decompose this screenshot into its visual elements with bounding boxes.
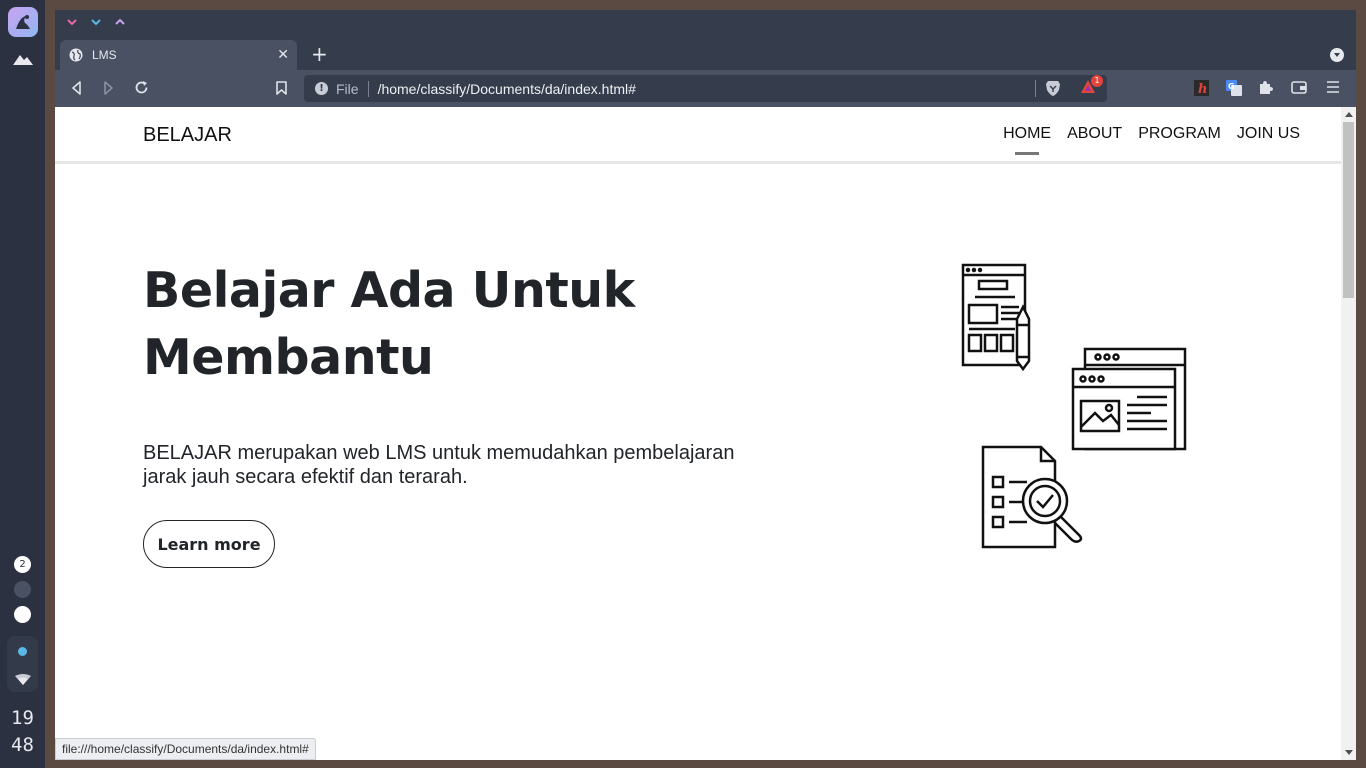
tab-lms[interactable]: LMS ✕ <box>60 40 297 70</box>
back-icon[interactable] <box>71 81 82 95</box>
globe-icon <box>69 48 83 62</box>
learn-more-button[interactable]: Learn more <box>143 520 275 568</box>
nav-menu: HOME ABOUT PROGRAM JOIN US <box>987 125 1300 155</box>
status-bar-url: file:///home/classify/Documents/da/index… <box>55 738 316 760</box>
extensions-puzzle-icon[interactable] <box>1258 80 1273 95</box>
scroll-thumb[interactable] <box>1343 122 1354 298</box>
page-viewport: BELAJAR HOME ABOUT PROGRAM JOIN US Belaj… <box>55 107 1341 760</box>
nav-item-about[interactable]: ABOUT <box>1067 125 1122 155</box>
site-info-icon[interactable]: ! <box>315 82 328 95</box>
wifi-icon[interactable] <box>14 670 31 689</box>
maximize-window-icon[interactable] <box>114 18 126 26</box>
checklist-search-icon <box>981 445 1083 549</box>
tab-close-icon[interactable]: ✕ <box>277 47 289 63</box>
forward-icon[interactable] <box>103 81 114 95</box>
system-tray <box>7 636 38 692</box>
menu-hamburger-icon[interactable] <box>1327 81 1339 93</box>
url-scheme-label: File <box>336 80 359 97</box>
workspace-indicator[interactable]: 2 <box>14 556 31 573</box>
dock-panel: 2 19 48 <box>0 0 45 768</box>
workspace-dot-inactive[interactable] <box>14 581 31 598</box>
address-bar[interactable]: ! File /home/classify/Documents/da/index… <box>304 75 1107 102</box>
svg-text:G: G <box>1228 82 1235 91</box>
notification-dot-icon[interactable] <box>18 647 27 656</box>
hero-illustration <box>961 263 1187 549</box>
launcher-button[interactable] <box>7 7 38 37</box>
reload-icon[interactable] <box>134 80 149 95</box>
url-text[interactable]: /home/classify/Documents/da/index.html# <box>378 81 636 97</box>
clock: 19 48 <box>0 705 45 759</box>
site-navbar: BELAJAR HOME ABOUT PROGRAM JOIN US <box>55 107 1341 164</box>
browser-window-icon <box>1071 347 1187 451</box>
bookmark-icon[interactable] <box>276 81 287 95</box>
wallet-icon[interactable] <box>1291 80 1307 94</box>
vertical-scrollbar[interactable] <box>1341 107 1356 760</box>
scroll-down-arrow-icon[interactable] <box>1345 750 1353 755</box>
tab-list-chevron-icon[interactable] <box>1330 48 1344 62</box>
workspace-switcher: 2 <box>0 556 45 623</box>
url-separator-right <box>1035 80 1036 97</box>
titlebar <box>55 10 1356 40</box>
url-separator <box>367 80 369 97</box>
nav-item-join-us[interactable]: JOIN US <box>1237 125 1300 155</box>
rewards-badge: 1 <box>1091 75 1103 87</box>
tab-bar: LMS ✕ + <box>55 40 1356 70</box>
nav-item-program[interactable]: PROGRAM <box>1138 125 1221 155</box>
launcher-icon <box>15 15 30 29</box>
translate-extension-icon[interactable]: G <box>1226 80 1242 96</box>
h-extension-icon[interactable]: h <box>1194 80 1209 96</box>
hero-description: BELAJAR merupakan web LMS untuk memudahk… <box>143 442 735 488</box>
site-brand[interactable]: BELAJAR <box>143 124 232 147</box>
clock-minutes: 48 <box>11 734 34 756</box>
close-window-icon[interactable] <box>66 18 78 26</box>
hero-title: Belajar Ada Untuk Membantu <box>143 262 635 386</box>
tab-title: LMS <box>92 48 117 62</box>
workspace-dot-active[interactable] <box>14 606 31 623</box>
scroll-up-arrow-icon[interactable] <box>1345 112 1353 117</box>
document-pencil-icon <box>961 263 1031 372</box>
svg-text:h: h <box>1198 82 1207 96</box>
minimize-window-icon[interactable] <box>90 18 102 26</box>
toolbar: ! File /home/classify/Documents/da/index… <box>55 70 1356 107</box>
mountain-icon[interactable] <box>12 51 33 70</box>
nav-item-home[interactable]: HOME <box>1003 125 1051 155</box>
new-tab-plus-icon[interactable]: + <box>311 44 328 64</box>
brave-shields-icon[interactable] <box>1045 80 1061 97</box>
clock-hours: 19 <box>11 707 34 729</box>
browser-window: LMS ✕ + ! File /home/classify/Documents/… <box>55 10 1356 760</box>
